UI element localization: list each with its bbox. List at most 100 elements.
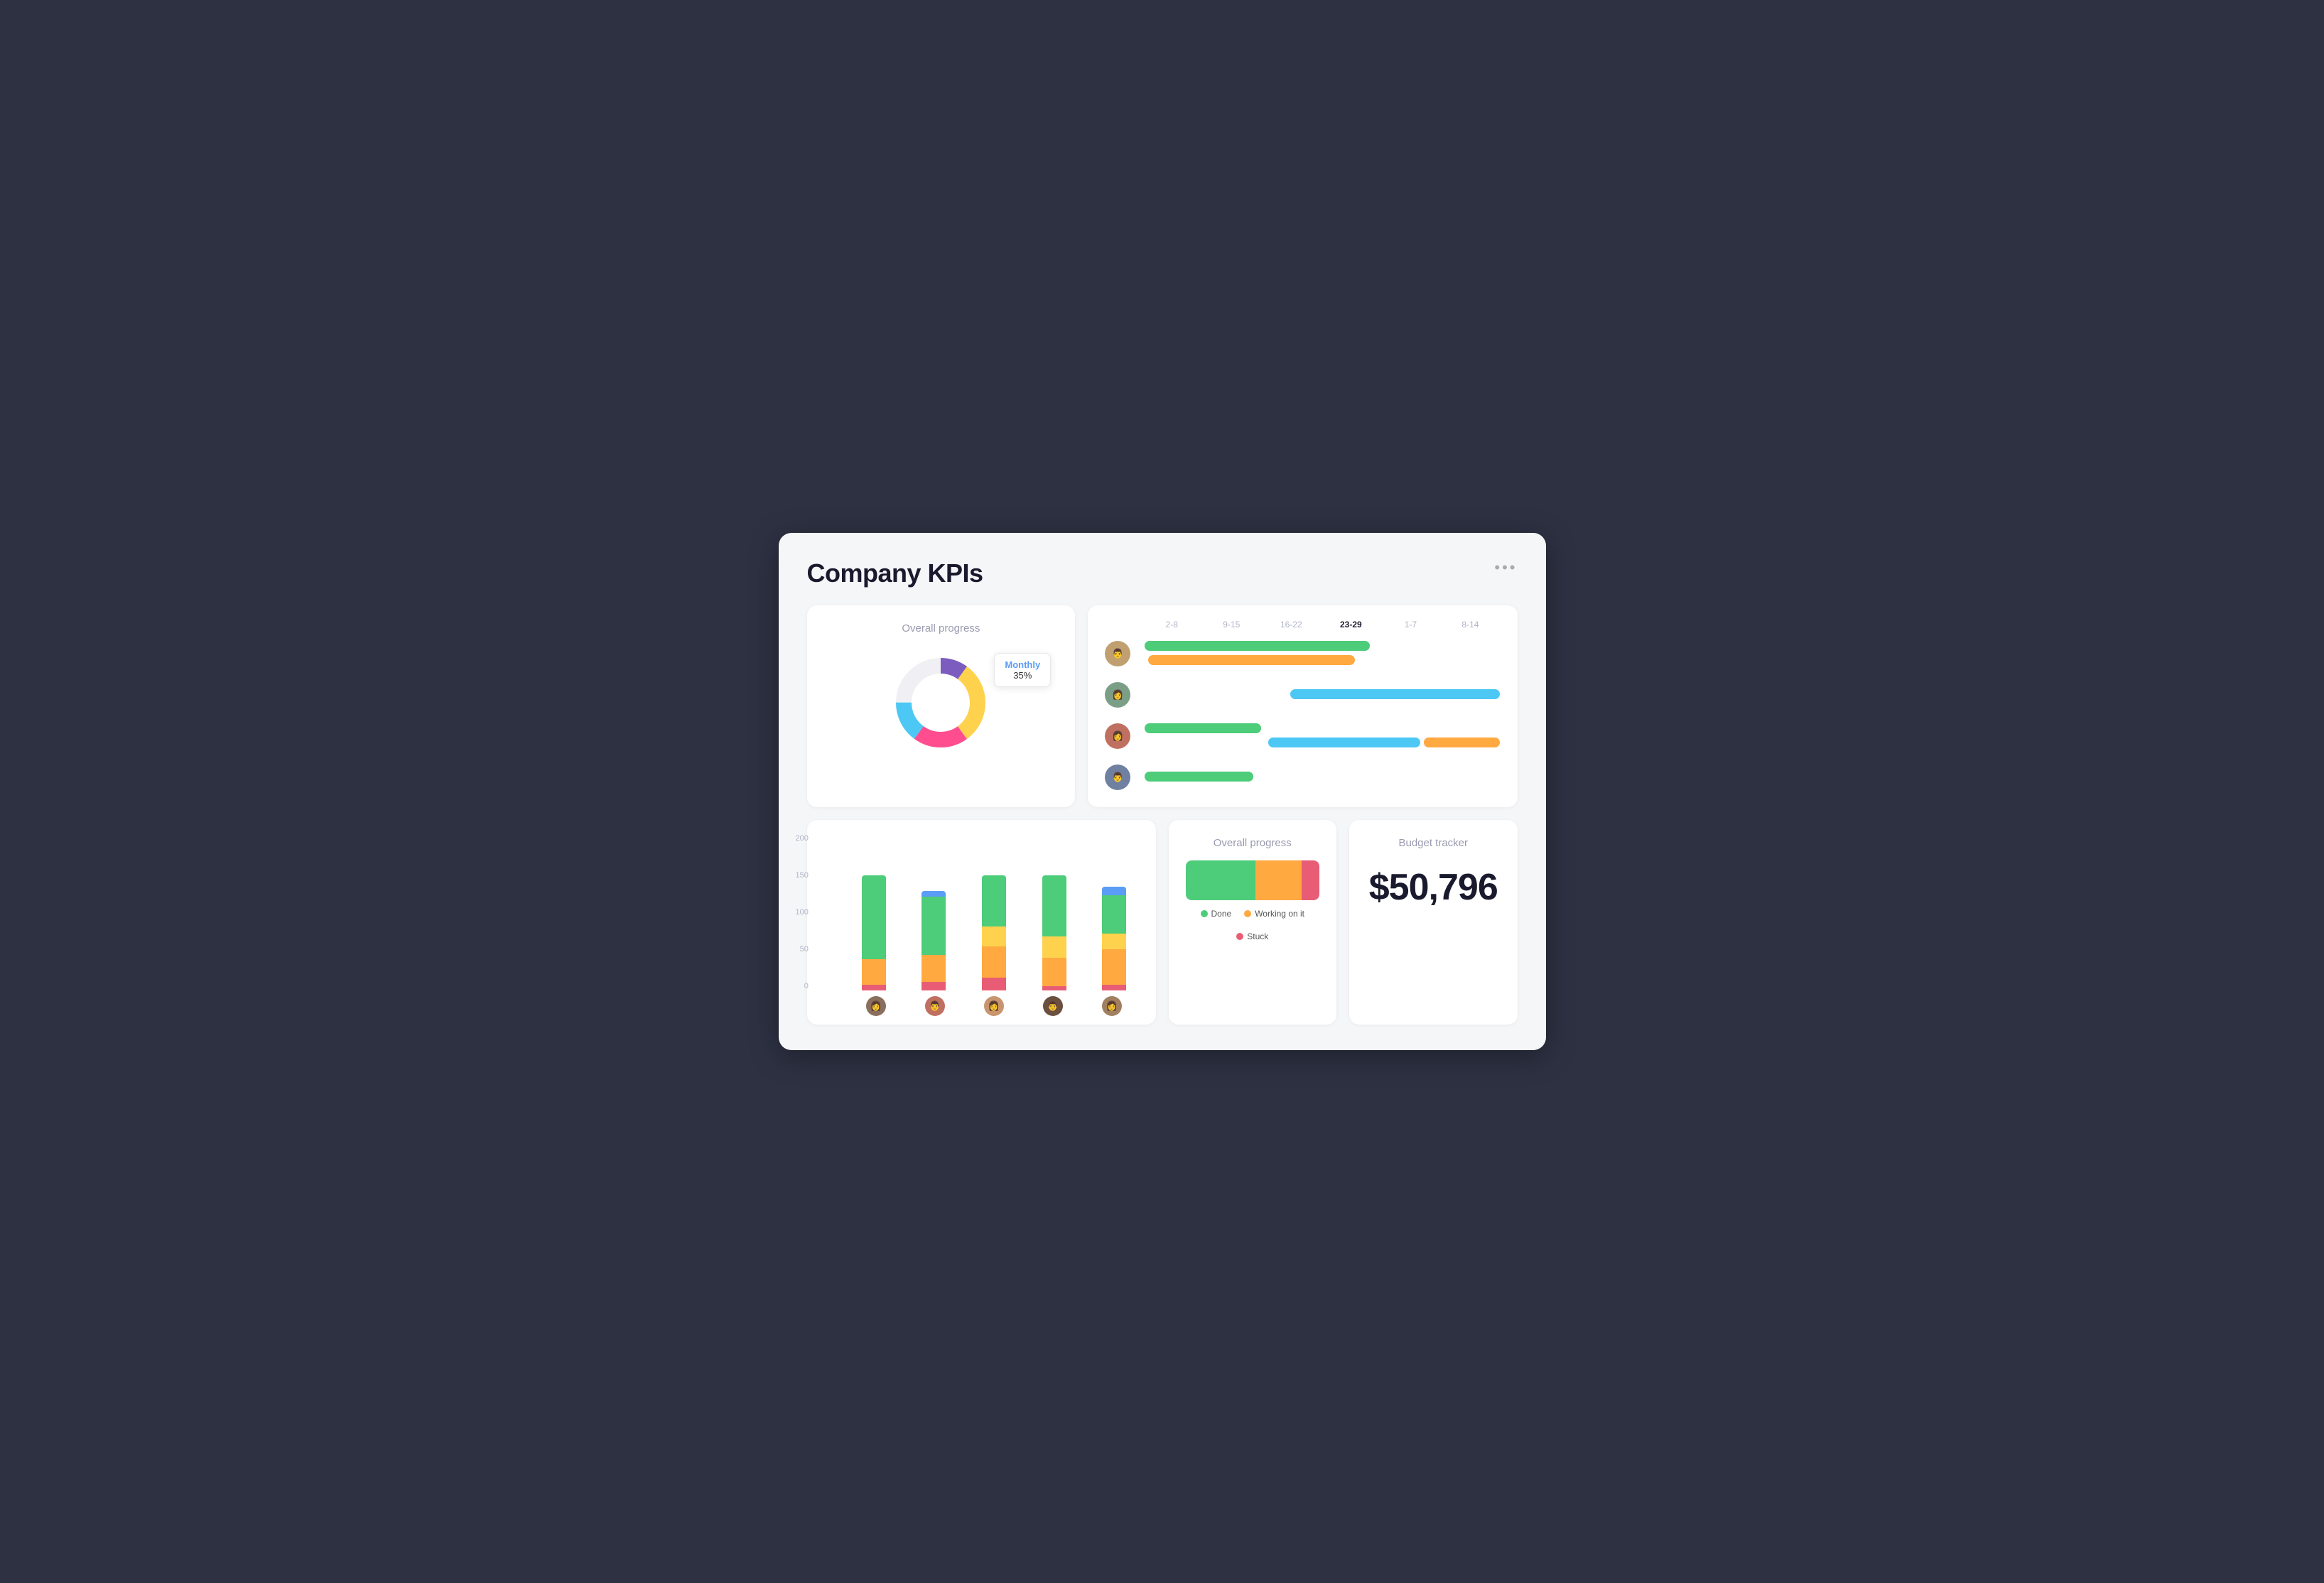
y-label-0: 0 xyxy=(804,982,809,990)
bar-seg-red-5 xyxy=(1102,985,1126,990)
gantt-rows: 👨 👩 xyxy=(1105,638,1500,793)
bar-chart-card: 200 150 100 50 0 xyxy=(807,820,1156,1025)
bar-x-label-1: 👩 xyxy=(847,996,906,1016)
y-label-200: 200 xyxy=(796,834,809,843)
progress-done xyxy=(1186,860,1255,900)
progress-legend: Done Working on it Stuck xyxy=(1186,909,1320,941)
avatar-3: 👩 xyxy=(984,996,1004,1016)
bar-seg-blue-2 xyxy=(922,891,946,897)
gantt-avatar-3: 👩 xyxy=(1105,723,1130,749)
bottom-right-grid: Overall progress Done Working on it xyxy=(1169,820,1518,1025)
bar-group-1 xyxy=(847,834,902,990)
bar-seg-green-5 xyxy=(1102,895,1126,934)
bar-seg-red-1 xyxy=(862,985,886,990)
bar-stack-3 xyxy=(982,875,1006,990)
gantt-bars-3 xyxy=(1137,720,1500,752)
budget-card-title: Budget tracker xyxy=(1366,837,1501,849)
avatar-1: 👩 xyxy=(866,996,886,1016)
bar-seg-yellow-3 xyxy=(982,926,1006,946)
more-options-icon[interactable]: ••• xyxy=(1494,558,1517,577)
gantt-bars-4 xyxy=(1137,762,1500,793)
bar-seg-orange-2 xyxy=(922,955,946,982)
overall-progress-bar-title: Overall progress xyxy=(1186,837,1320,849)
bar-seg-red-3 xyxy=(982,978,1006,990)
gantt-row-4: 👨 xyxy=(1105,762,1500,793)
budget-tracker-card: Budget tracker $50,796 xyxy=(1349,820,1518,1025)
legend-working: Working on it xyxy=(1244,909,1304,919)
legend-dot-stuck xyxy=(1236,933,1243,940)
bar-stack-5 xyxy=(1102,887,1126,990)
gantt-bar-green-1 xyxy=(1145,641,1369,651)
legend-dot-working xyxy=(1244,910,1251,917)
avatar-2: 👨 xyxy=(925,996,945,1016)
gantt-col-16-22: 16-22 xyxy=(1261,620,1321,630)
bar-seg-orange-3 xyxy=(982,946,1006,978)
gantt-bar-orange-1 xyxy=(1148,655,1355,665)
legend-label-working: Working on it xyxy=(1255,909,1304,919)
donut-tooltip: Monthly 35% xyxy=(994,653,1051,687)
gantt-row-2: 👩 xyxy=(1105,679,1500,711)
gantt-avatar-4: 👨 xyxy=(1105,765,1130,790)
avatar-4: 👨 xyxy=(1043,996,1063,1016)
bar-chart-area: 200 150 100 50 0 xyxy=(821,834,1142,990)
bar-x-label-5: 👩 xyxy=(1083,996,1142,1016)
bar-seg-yellow-5 xyxy=(1102,934,1126,949)
bar-seg-red-4 xyxy=(1042,986,1066,990)
gantt-row-3: 👩 xyxy=(1105,720,1500,752)
bar-seg-green-4 xyxy=(1042,875,1066,936)
gantt-col-1-7: 1-7 xyxy=(1380,620,1440,630)
bar-seg-green-2 xyxy=(922,897,946,955)
gantt-card: 2-8 9-15 16-22 23-29 1-7 8-14 👨 xyxy=(1088,605,1517,807)
gantt-bars-2 xyxy=(1137,679,1500,711)
gantt-col-2-8: 2-8 xyxy=(1142,620,1201,630)
gantt-bar-green-3 xyxy=(1145,723,1260,733)
bar-seg-red-2 xyxy=(922,982,946,990)
donut-chart-wrap: Monthly 35% xyxy=(824,646,1059,760)
gantt-avatar-2: 👩 xyxy=(1105,682,1130,708)
bar-seg-orange-5 xyxy=(1102,949,1126,985)
tooltip-value: 35% xyxy=(1005,670,1040,681)
gantt-bar-blue-3 xyxy=(1268,738,1420,747)
bar-seg-green-1 xyxy=(862,875,886,959)
budget-value: $50,796 xyxy=(1366,866,1501,909)
gantt-bar-orange-3 xyxy=(1424,738,1500,747)
avatar-5: 👩 xyxy=(1102,996,1122,1016)
legend-done: Done xyxy=(1201,909,1232,919)
y-label-150: 150 xyxy=(796,871,809,880)
bar-stack-2 xyxy=(922,891,946,990)
bar-x-label-4: 👨 xyxy=(1024,996,1083,1016)
gantt-row-1: 👨 xyxy=(1105,638,1500,669)
bar-group-2 xyxy=(907,834,961,990)
bar-stack-1 xyxy=(862,875,886,990)
bar-stack-4 xyxy=(1042,875,1066,990)
gantt-col-23-29: 23-29 xyxy=(1321,620,1380,630)
y-axis: 200 150 100 50 0 xyxy=(796,834,809,990)
bar-seg-blue-5 xyxy=(1102,887,1126,895)
bars-container xyxy=(821,834,1142,990)
legend-label-stuck: Stuck xyxy=(1247,931,1268,941)
bar-seg-orange-1 xyxy=(862,959,886,985)
bar-group-4 xyxy=(1027,834,1081,990)
bar-x-label-2: 👨 xyxy=(906,996,965,1016)
donut-chart-svg xyxy=(891,653,990,752)
bar-x-labels: 👩 👨 👩 👨 👩 xyxy=(821,996,1142,1016)
bar-seg-yellow-4 xyxy=(1042,936,1066,958)
y-label-100: 100 xyxy=(796,908,809,917)
bar-x-label-3: 👩 xyxy=(965,996,1024,1016)
bar-group-5 xyxy=(1087,834,1142,990)
gantt-col-8-14: 8-14 xyxy=(1440,620,1500,630)
legend-dot-done xyxy=(1201,910,1208,917)
gantt-header: 2-8 9-15 16-22 23-29 1-7 8-14 xyxy=(1142,620,1500,630)
donut-card-title: Overall progress xyxy=(824,622,1059,634)
bar-group-3 xyxy=(967,834,1022,990)
gantt-bar-blue-2 xyxy=(1290,689,1501,699)
dashboard: Company KPIs ••• Overall progress xyxy=(779,533,1546,1050)
bar-seg-green-3 xyxy=(982,875,1006,926)
gantt-avatar-1: 👨 xyxy=(1105,641,1130,666)
bar-seg-orange-4 xyxy=(1042,958,1066,986)
overall-progress-bar-card: Overall progress Done Working on it xyxy=(1169,820,1337,1025)
gantt-bars-1 xyxy=(1137,638,1500,669)
y-label-50: 50 xyxy=(800,945,809,953)
gantt-bar-green-4 xyxy=(1145,772,1253,782)
legend-label-done: Done xyxy=(1211,909,1232,919)
